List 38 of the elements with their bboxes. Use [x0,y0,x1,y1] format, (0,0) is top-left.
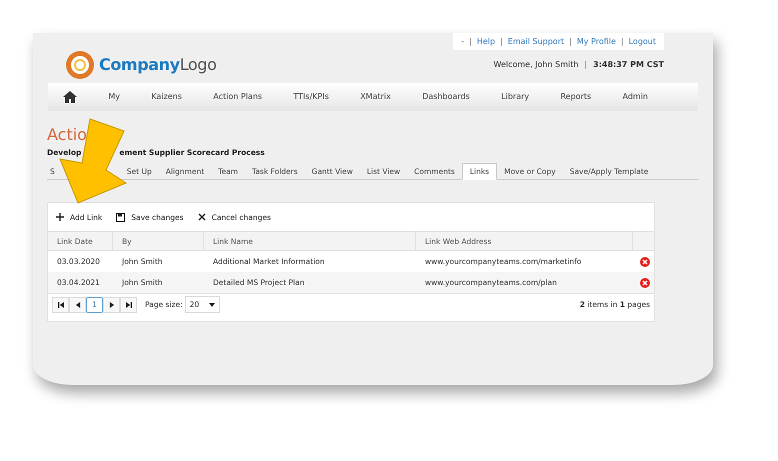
header-link[interactable]: Email Support [508,36,564,48]
header-link[interactable]: Help [476,36,496,48]
separator: | [500,36,503,48]
last-page-icon [126,302,132,308]
home-icon[interactable] [63,91,77,103]
header-link[interactable]: Logout [628,36,656,48]
nav-item[interactable]: Library [501,91,530,103]
logo-text: CompanyLogo [99,54,216,76]
nav-item[interactable]: Reports [560,91,592,103]
separator: | [569,36,572,48]
nav-item[interactable]: Admin [622,91,648,103]
first-page-button[interactable] [52,296,69,313]
separator: | [620,36,624,48]
plus-icon [56,213,64,222]
header-link[interactable]: - [461,36,464,48]
nav-item[interactable]: XMatrix [360,91,391,103]
first-page-icon [58,302,64,308]
page-title: Actio [47,125,88,145]
clock-text: 3:48:37 PM CST [593,59,664,71]
nav-item[interactable]: Dashboards [422,91,470,103]
last-page-button[interactable] [120,296,137,313]
next-page-button[interactable] [103,296,120,313]
previous-page-button[interactable] [69,296,86,313]
separator: | [584,59,588,71]
caret-icon [208,302,215,307]
nav-item[interactable]: TTIs/KPIs [293,91,329,103]
nav-item[interactable]: My [108,91,120,103]
nav-item[interactable]: Kaizens [151,91,182,103]
close-icon [198,213,206,222]
delete-icon[interactable] [640,278,650,288]
next-icon [108,302,114,308]
nav-item[interactable]: Action Plans [213,91,262,103]
logo-icon [65,50,95,80]
header-link[interactable]: My Profile [576,36,616,48]
previous-icon [74,302,80,308]
delete-icon[interactable] [640,256,650,267]
welcome-text: Welcome, John Smith [494,59,578,71]
separator: | [469,36,472,48]
